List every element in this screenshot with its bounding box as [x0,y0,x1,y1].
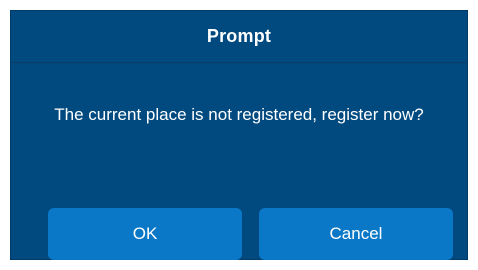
dialog-message: The current place is not registered, reg… [54,105,424,124]
dialog-titlebar: Prompt [11,11,467,63]
dialog-title: Prompt [206,26,272,46]
ok-button[interactable]: OK [48,208,242,260]
prompt-dialog: Prompt The current place is not register… [10,10,468,260]
cancel-button[interactable]: Cancel [259,208,453,260]
